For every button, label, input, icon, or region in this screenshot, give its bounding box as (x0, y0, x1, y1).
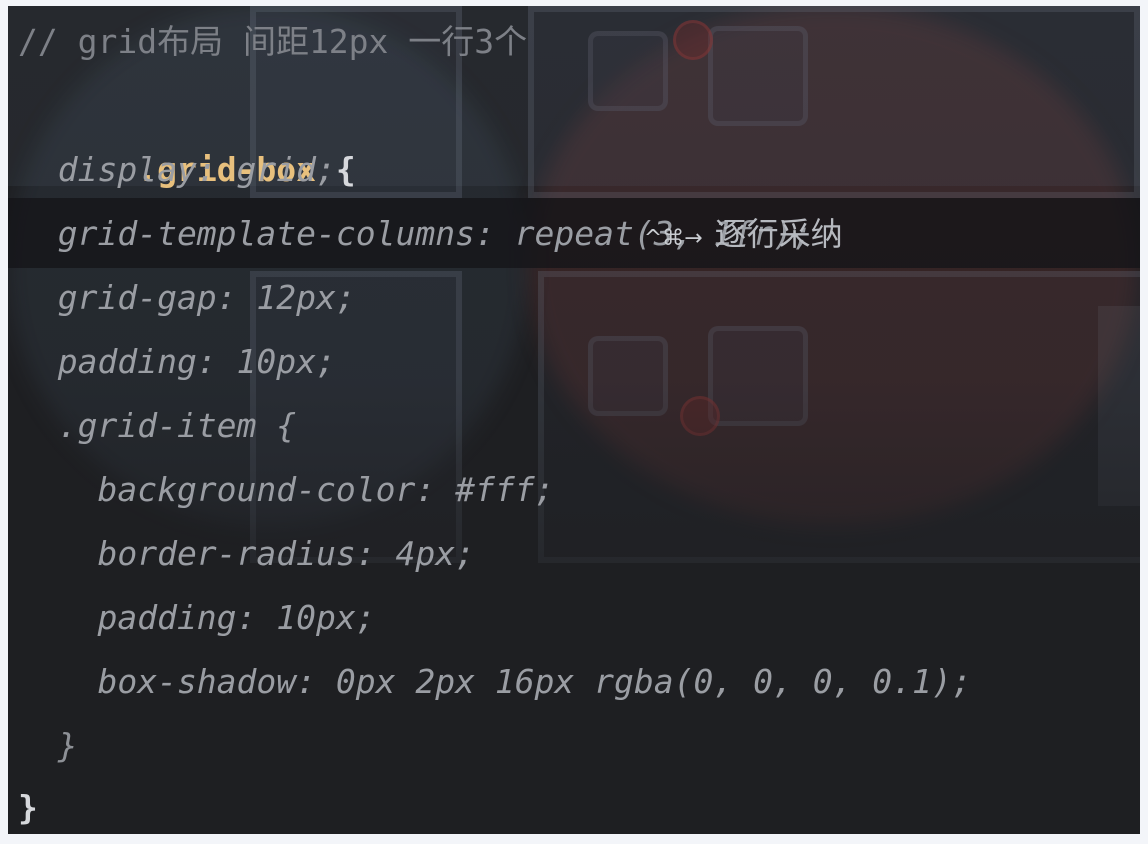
suggestion-line: box-shadow: 0px 2px 16px rgba(0, 0, 0, 0… (18, 662, 972, 701)
accept-line-label: 逐行采纳 (714, 215, 843, 253)
suggestion-line: grid-gap: 12px; (18, 278, 356, 317)
suggestion-line: .grid-item { (18, 406, 297, 445)
suggestion-line: display: grid; (18, 150, 336, 189)
accept-line-hint[interactable]: ^⌘→ 逐行采纳 (603, 138, 843, 253)
suggestion-line: padding: 10px; (18, 342, 336, 381)
selector-line: .grid-box { (18, 74, 356, 189)
suggestion-line: padding: 10px; (18, 598, 376, 637)
code-comment-line: // grid布局 间距12px 一行3个 (18, 22, 528, 61)
suggestion-line: background-color: #fff; (18, 470, 555, 509)
suggestion-line: } (18, 726, 78, 765)
suggestion-line: border-radius: 4px; (18, 534, 475, 573)
code-editor[interactable]: // grid布局 间距12px 一行3个 .grid-box { displa… (8, 6, 1140, 834)
keyboard-shortcut: ^⌘→ (643, 226, 703, 251)
close-brace: } (18, 788, 38, 827)
